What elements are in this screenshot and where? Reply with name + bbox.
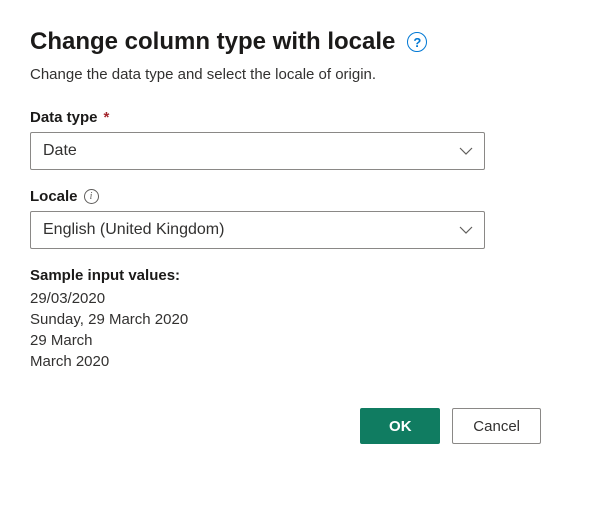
required-asterisk: * [104,109,110,126]
locale-label-row: Locale i [30,188,571,205]
sample-item: 29 March [30,332,571,349]
chevron-down-icon [458,143,474,159]
sample-item: March 2020 [30,353,571,370]
dialog-title: Change column type with locale [30,28,395,56]
data-type-label-row: Data type * [30,109,571,126]
button-row: OK Cancel [30,408,571,444]
info-icon[interactable]: i [84,189,99,204]
sample-section: Sample input values: 29/03/2020 Sunday, … [30,267,571,370]
cancel-button[interactable]: Cancel [452,408,541,444]
data-type-select[interactable]: Date [30,132,485,170]
sample-item: Sunday, 29 March 2020 [30,311,571,328]
sample-list: 29/03/2020 Sunday, 29 March 2020 29 Marc… [30,290,571,370]
ok-button[interactable]: OK [360,408,440,444]
sample-label: Sample input values: [30,267,571,284]
locale-value: English (United Kingdom) [43,221,224,239]
data-type-value: Date [43,142,77,160]
sample-item: 29/03/2020 [30,290,571,307]
help-icon[interactable]: ? [407,32,427,52]
locale-select[interactable]: English (United Kingdom) [30,211,485,249]
chevron-down-icon [458,222,474,238]
locale-label: Locale [30,188,78,205]
data-type-field: Data type * Date [30,109,571,170]
locale-field: Locale i English (United Kingdom) [30,188,571,249]
dialog-subtitle: Change the data type and select the loca… [30,66,571,83]
data-type-label: Data type [30,109,98,126]
dialog-header: Change column type with locale ? [30,28,571,56]
